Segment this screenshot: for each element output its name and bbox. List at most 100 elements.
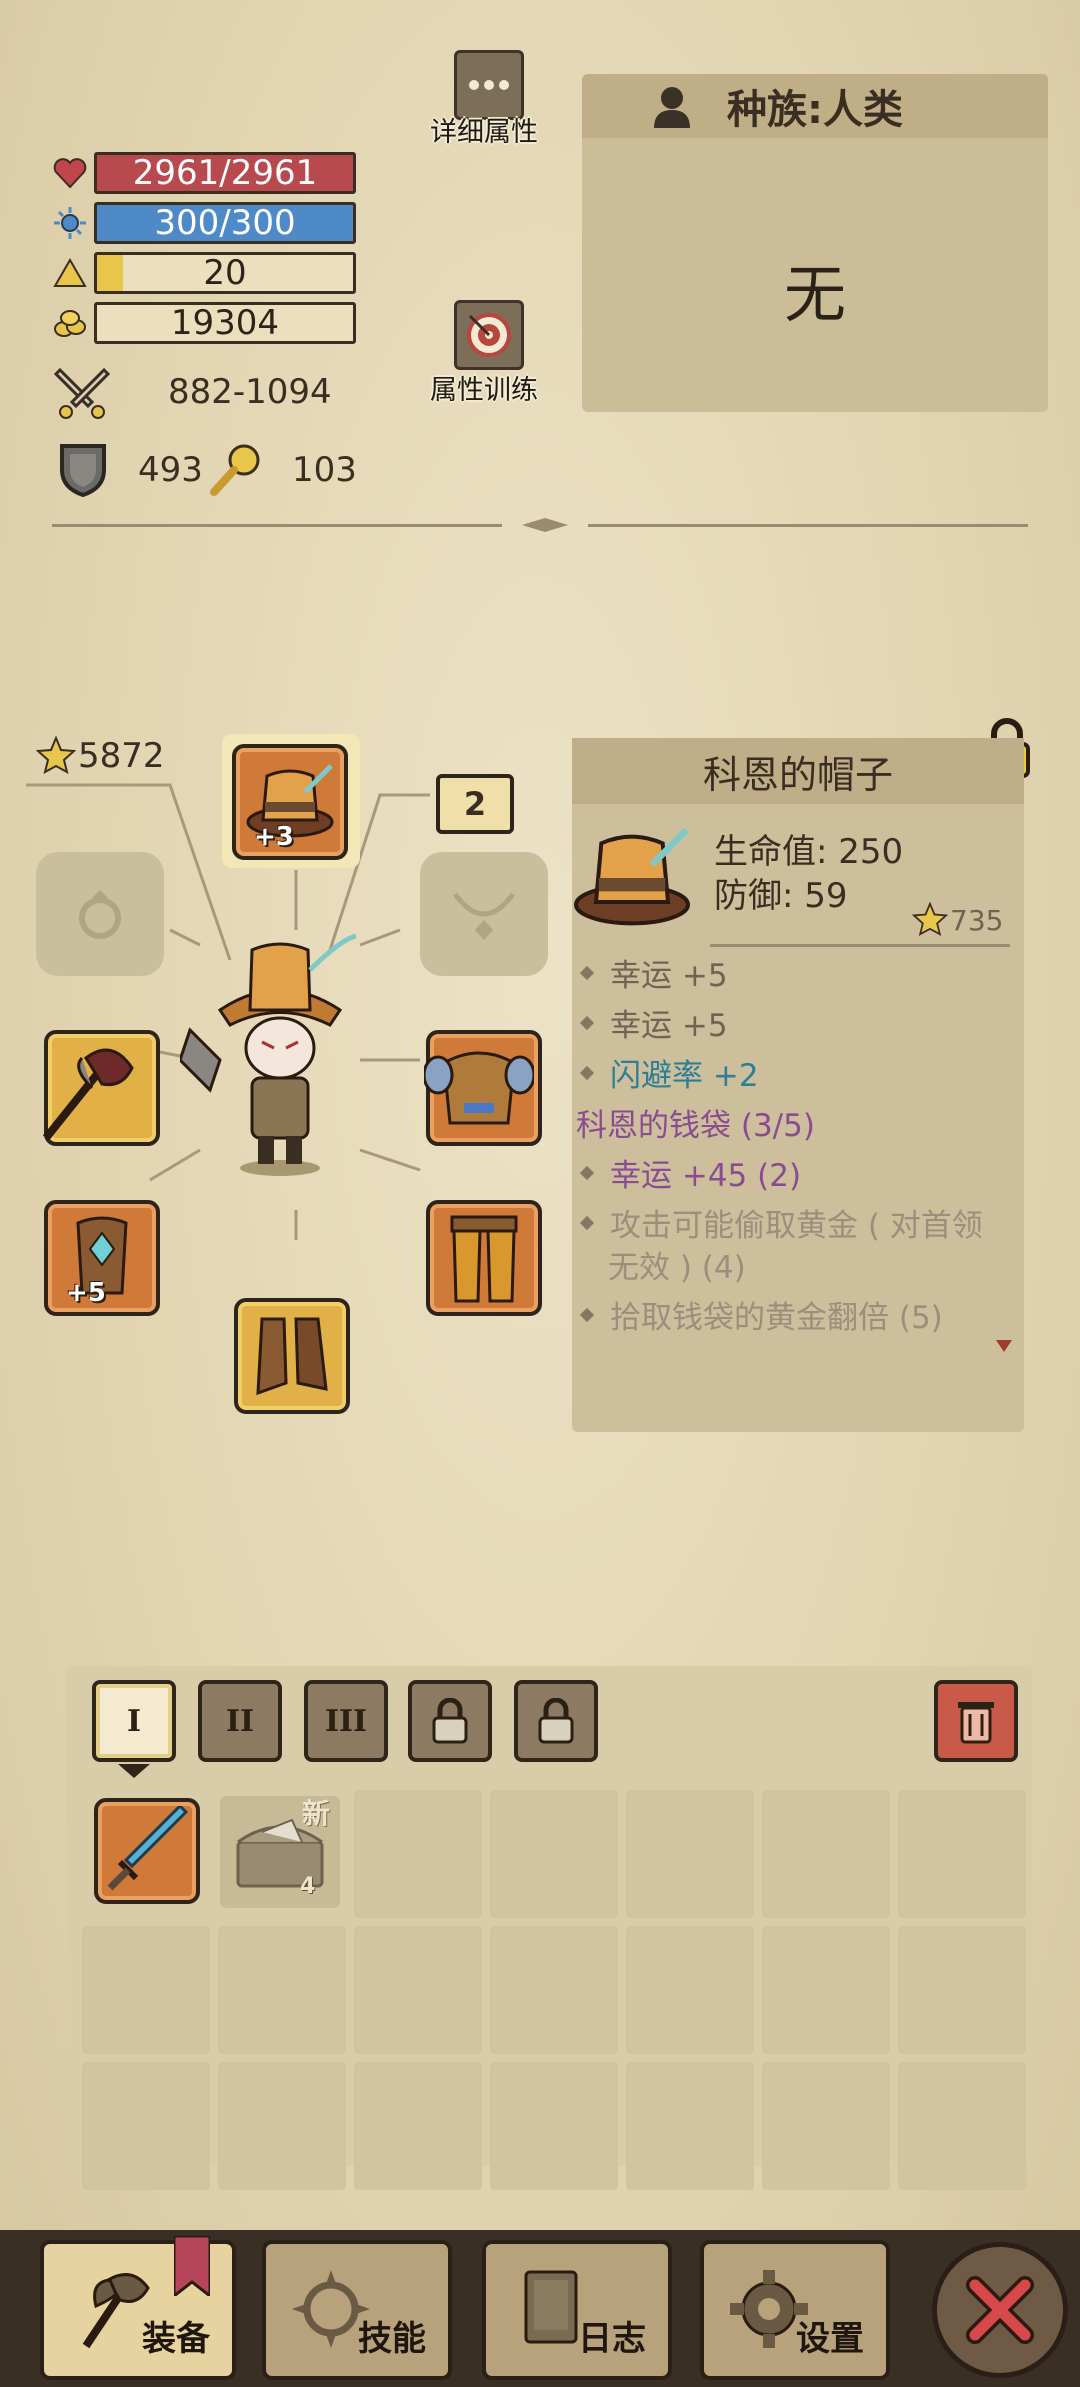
inventory-cell-empty[interactable] [354,1790,482,1918]
armor-slot[interactable] [424,1030,542,1146]
mp-bar: 300/300 [94,202,356,244]
item-name: 科恩的帽子 [572,738,1024,804]
defense-shield-icon [60,444,106,498]
inventory-tab-1[interactable]: I [92,1680,176,1762]
more-dots-icon [469,80,509,90]
nav-skills-label: 技能 [358,2319,426,2359]
attack-swords-icon [53,367,111,419]
mana-icon [54,207,86,239]
gold-bar: 19304 [94,302,356,344]
chest-count: 4 [300,1874,316,1899]
helmet-plus-badge: +3 [254,822,294,852]
level-marker[interactable]: 2 [436,774,514,834]
attribute-training-label[interactable]: 属性训练 [430,368,538,407]
inventory-item-chest[interactable]: 新 4 [220,1796,340,1908]
leggings-icon [450,1215,518,1303]
new-badge: 新 [302,1797,331,1830]
inventory-cell-empty[interactable] [898,1790,1026,1918]
race-header: 种族:人类 [582,74,1048,138]
inventory-cell-empty[interactable] [218,2062,346,2190]
amulet-icon [452,892,516,940]
inventory-cell-empty[interactable] [354,1926,482,2054]
item-attr-1: 幸运 +5 [579,950,728,995]
inventory-tab-2[interactable]: II [198,1680,282,1762]
race-title: 种族:人类 [727,87,903,133]
trash-icon [958,1702,994,1744]
inventory-cell-empty[interactable] [82,1926,210,2054]
inventory-item-sword[interactable] [94,1798,200,1904]
race-panel: 种族:人类 无 [582,74,1048,412]
inventory-cell-empty[interactable] [898,2062,1026,2190]
star-icon [36,736,76,774]
luck-key-icon [210,444,260,496]
inventory-tab-locked-1[interactable] [408,1680,492,1762]
inventory-cell-empty[interactable] [354,2062,482,2190]
heart-icon [53,158,87,189]
axe-icon [42,1048,134,1141]
tab-lock-icon [432,1698,468,1744]
inventory-cell-empty[interactable] [490,1926,618,2054]
person-icon [654,87,690,128]
item-attr-3: 闪避率 +2 [579,1050,759,1095]
equipment-score: 5872 [78,736,165,776]
inventory-cell-empty[interactable] [626,1926,754,2054]
boots-slot[interactable] [234,1298,350,1414]
inventory-cell-empty[interactable] [490,1790,618,1918]
chest-armor-icon [424,1051,534,1125]
nav-equip-label: 装备 [142,2319,210,2359]
inventory-cell-empty[interactable] [626,1790,754,1918]
inventory-cell-empty[interactable] [626,2062,754,2190]
divider-ornament-icon [522,518,568,532]
inventory-cell-empty[interactable] [898,1926,1026,2054]
divider-left [52,524,502,527]
tab-pointer-icon [118,1764,150,1778]
target-icon [467,313,511,357]
amulet-slot-empty[interactable] [420,852,548,976]
inventory-tab-3[interactable]: III [304,1680,388,1762]
gold-icon [54,310,86,337]
weapon-slot[interactable] [42,1030,160,1146]
inventory-cell-empty[interactable] [82,2062,210,2190]
nav-settings-button[interactable]: 设置 [700,2240,890,2380]
item-def: 防御: 59 [714,876,848,916]
race-value: 无 [783,258,846,331]
inventory-cell-empty[interactable] [762,1790,890,1918]
close-icon [966,2276,1034,2344]
inventory-cell-empty[interactable] [762,2062,890,2190]
divider-right [588,524,1028,527]
axe-nav-icon [82,2273,150,2349]
sword-icon [107,1806,189,1891]
inventory-cell-empty[interactable] [490,2062,618,2190]
inventory-cell-empty[interactable] [218,1926,346,2054]
scroll-down-icon[interactable] [996,1340,1012,1352]
level-icon [53,257,87,287]
boots-icon [256,1317,328,1396]
level-bar: 20 [94,252,356,294]
nav-equip-button[interactable]: 装备 [40,2236,236,2380]
set-bonus-1: 幸运 +45 (2) [579,1150,801,1195]
nav-log-button[interactable]: 日志 [482,2240,672,2380]
nav-skills-button[interactable]: 技能 [262,2240,452,2380]
nav-settings-label: 设置 [796,2319,864,2359]
item-divider [710,944,1010,947]
gloves-slot[interactable]: +5 [44,1200,160,1316]
defense-value: 493 [138,450,203,490]
ring-slot-empty[interactable] [36,852,164,976]
trash-button[interactable] [934,1680,1018,1762]
helmet-slot[interactable]: +3 [232,744,348,860]
set-name: 科恩的钱袋 (3/5) [576,1108,815,1144]
character-avatar [180,933,357,1176]
detail-attributes-label[interactable]: 详细属性 [430,110,538,149]
close-button[interactable] [932,2242,1068,2378]
tab-lock-icon [538,1698,574,1744]
inventory-cell-empty[interactable] [762,1926,890,2054]
item-attr-2: 幸运 +5 [579,1000,728,1045]
item-hp: 生命值: 250 [714,832,904,872]
bookmark-icon [174,2236,210,2296]
item-hat-icon [574,827,690,926]
inventory-tab-locked-2[interactable] [514,1680,598,1762]
set-bonus-3: 拾取钱袋的黄金翻倍 (5) [579,1292,943,1337]
leggings-slot[interactable] [426,1200,542,1316]
attribute-training-button[interactable] [454,300,524,370]
attack-value: 882-1094 [168,372,332,412]
